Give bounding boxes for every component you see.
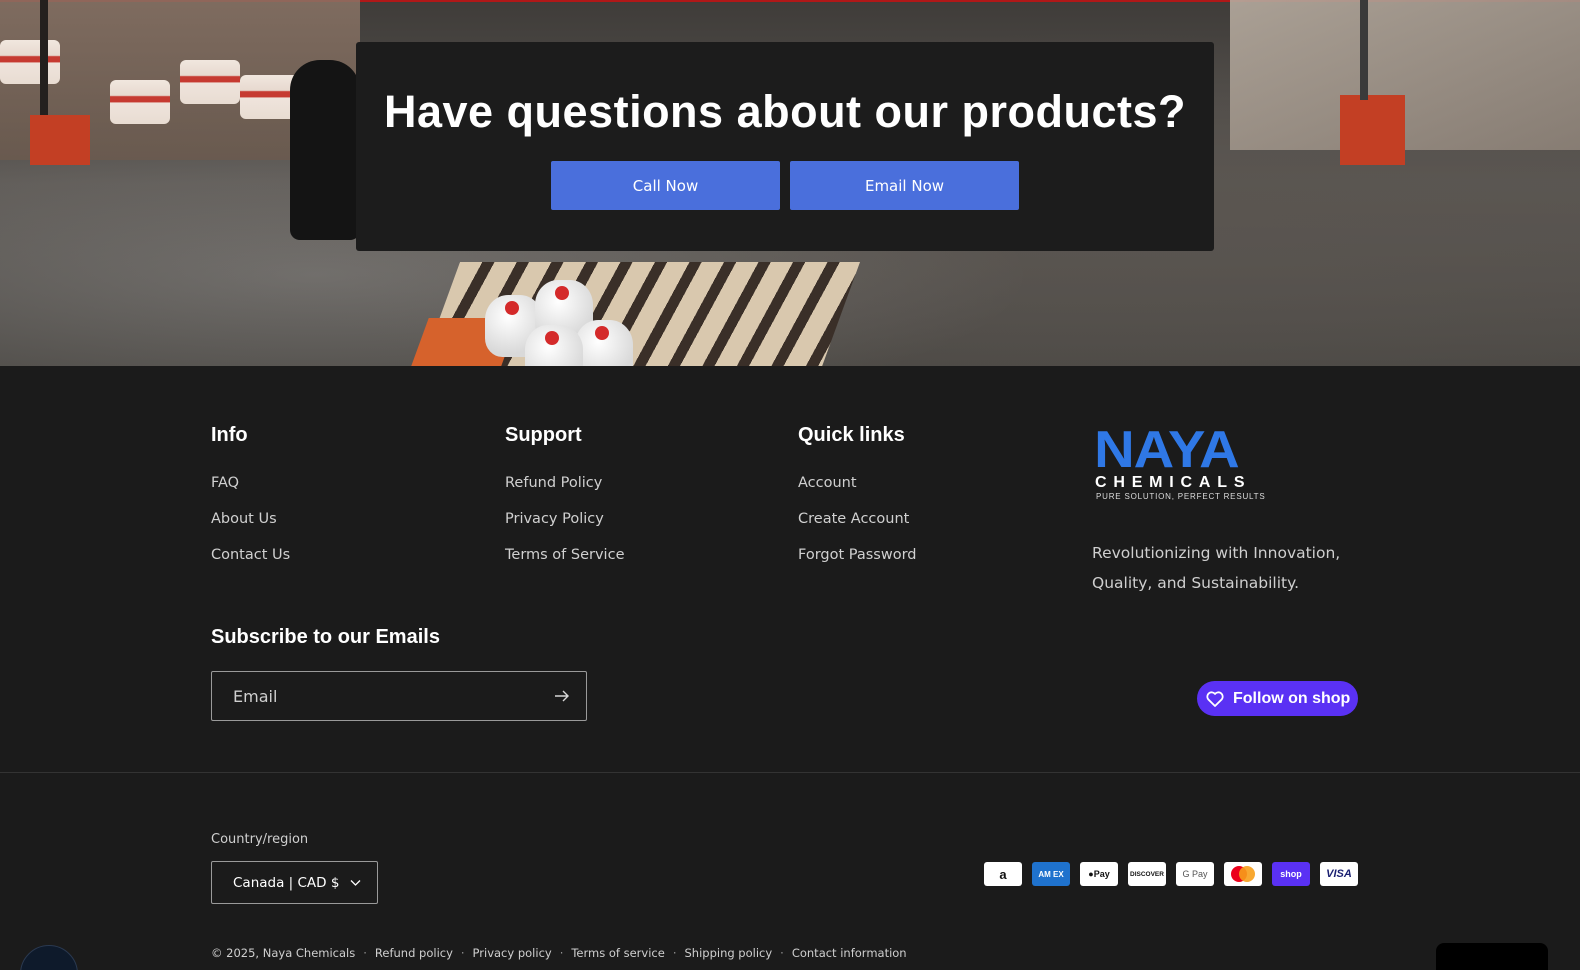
newsletter-form [211, 671, 587, 721]
email-input[interactable] [212, 672, 542, 720]
info-heading: Info [211, 424, 248, 446]
rack-post-right [1360, 0, 1368, 100]
privacy-policy-link[interactable]: Privacy Policy [505, 510, 624, 528]
chemical-jug-image [575, 320, 633, 366]
cta-heading: Have questions about our products? [383, 86, 1187, 137]
forgot-password-link[interactable]: Forgot Password [798, 546, 917, 564]
footer-divider [0, 772, 1580, 773]
warehouse-shelf-right-image [1230, 0, 1580, 150]
rack-base [30, 115, 90, 165]
account-link[interactable]: Account [798, 474, 917, 492]
chemical-jug-image [525, 325, 583, 366]
about-us-link[interactable]: About Us [211, 510, 290, 528]
follow-on-shop-button[interactable]: Follow on shop [1197, 681, 1358, 716]
legal-shipping-policy-link[interactable]: Shipping policy [684, 946, 772, 960]
copyright-text: © 2025, Naya Chemicals [211, 946, 356, 960]
chevron-down-icon [350, 880, 361, 886]
shop-pay-icon: shop [1272, 862, 1310, 886]
email-now-button[interactable]: Email Now [790, 161, 1019, 210]
visa-icon: VISA [1320, 862, 1358, 886]
apple-pay-icon: ●Pay [1080, 862, 1118, 886]
contact-cta-box: Have questions about our products? Call … [356, 42, 1214, 251]
site-footer: Info FAQ About Us Contact Us Support Ref… [0, 366, 1580, 970]
google-pay-icon: G Pay [1176, 862, 1214, 886]
brand-tagline: Revolutionizing with Innovation, Quality… [1092, 544, 1341, 592]
discover-icon: DISCOVER [1128, 862, 1166, 886]
chat-launcher-button[interactable] [1436, 943, 1548, 970]
legal-privacy-policy-link[interactable]: Privacy policy [473, 946, 552, 960]
call-now-button[interactable]: Call Now [551, 161, 780, 210]
worker-image [290, 60, 360, 240]
faq-link[interactable]: FAQ [211, 474, 290, 492]
american-express-icon: AM EX [1032, 862, 1070, 886]
footer-quick-links-column: Quick links Account Create Account Forgo… [798, 424, 917, 582]
heart-icon [1206, 690, 1224, 707]
paint-bucket-image [110, 80, 170, 124]
terms-of-service-link[interactable]: Terms of Service [505, 546, 624, 564]
rack-base-right [1340, 95, 1405, 165]
naya-chemicals-logo[interactable]: NAYA CHEMICALS PURE SOLUTION, PERFECT RE… [1092, 421, 1266, 501]
arrow-right-icon[interactable] [552, 686, 572, 706]
footer-info-column: Info FAQ About Us Contact Us [211, 424, 290, 582]
country-region-label: Country/region [211, 832, 309, 847]
hero-banner: Have questions about our products? Call … [0, 0, 1580, 366]
payment-icons: a AM EX ●Pay DISCOVER G Pay shop VISA [984, 862, 1358, 886]
country-region-value: Canada | CAD $ [233, 874, 340, 891]
mastercard-icon [1224, 862, 1262, 886]
contact-us-link[interactable]: Contact Us [211, 546, 290, 564]
create-account-link[interactable]: Create Account [798, 510, 917, 528]
paint-bucket-image [0, 40, 60, 84]
footer-support-column: Support Refund Policy Privacy Policy Ter… [505, 424, 624, 582]
follow-on-shop-label: Follow on shop [1233, 689, 1351, 707]
legal-links: © 2025, Naya Chemicals · Refund policy ·… [211, 946, 907, 960]
paint-bucket-image [180, 60, 240, 104]
subscribe-heading: Subscribe to our Emails [211, 626, 440, 648]
logo-tagline: PURE SOLUTION, PERFECT RESULTS [1096, 492, 1266, 501]
quick-links-heading: Quick links [798, 424, 905, 446]
country-region-select[interactable]: Canada | CAD $ [211, 861, 378, 904]
support-heading: Support [505, 424, 582, 446]
refund-policy-link[interactable]: Refund Policy [505, 474, 624, 492]
legal-terms-of-service-link[interactable]: Terms of service [571, 946, 664, 960]
legal-contact-information-link[interactable]: Contact information [792, 946, 907, 960]
logo-wordmark: NAYA [1094, 421, 1240, 479]
legal-refund-policy-link[interactable]: Refund policy [375, 946, 453, 960]
amazon-pay-icon: a [984, 862, 1022, 886]
